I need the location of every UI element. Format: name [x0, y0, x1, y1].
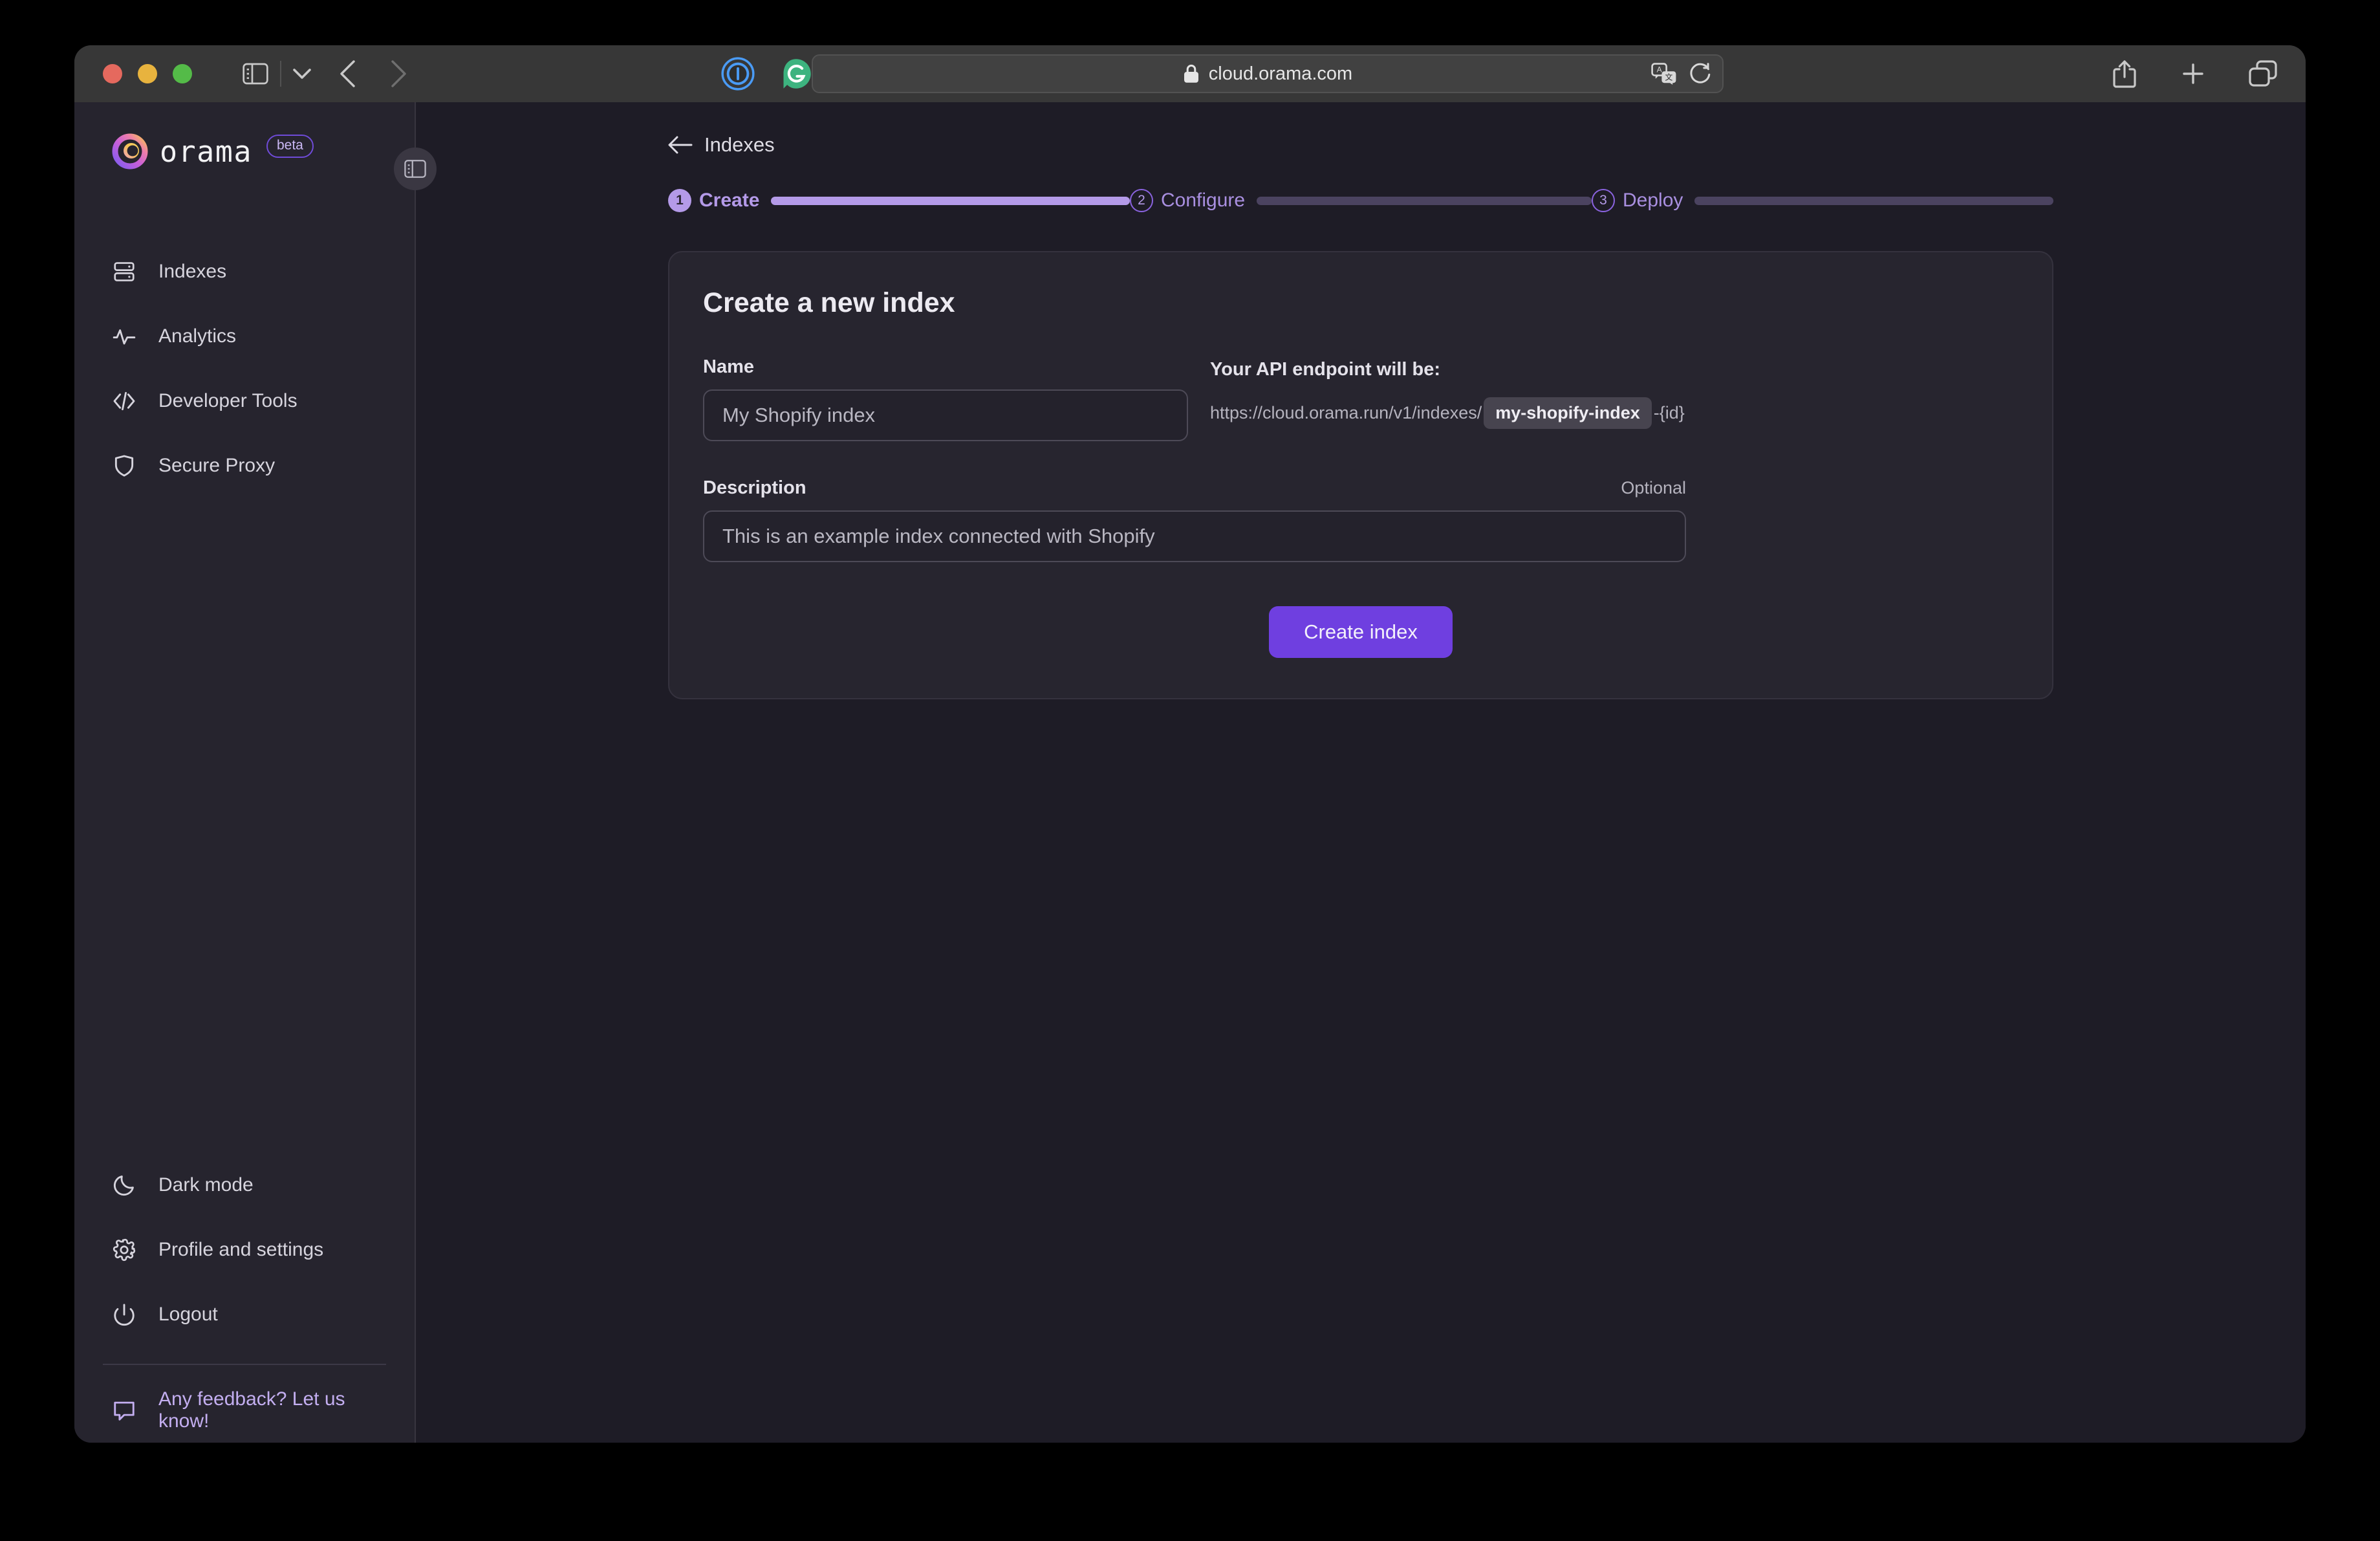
step-number: 2: [1130, 189, 1153, 212]
step-progress-bar: [1694, 196, 2053, 205]
sidebar-item-logout[interactable]: Logout: [103, 1282, 386, 1347]
sidebar-item-feedback[interactable]: Any feedback? Let us know!: [103, 1378, 386, 1443]
sidebar-item-label: Any feedback? Let us know!: [158, 1388, 345, 1432]
extension-icons: [721, 57, 813, 91]
sidebar-collapse-icon[interactable]: [394, 148, 437, 190]
brand[interactable]: orama beta: [112, 133, 386, 169]
lock-icon: [1184, 64, 1198, 83]
browser-toolbar: cloud.orama.com A 文: [74, 45, 2306, 102]
step-number: 3: [1592, 189, 1615, 212]
sidebar-item-label: Indexes: [158, 261, 227, 282]
sidebar-toggle-icon[interactable]: [243, 63, 268, 85]
step-label: Deploy: [1623, 190, 1683, 211]
name-label: Name: [703, 356, 754, 377]
description-input[interactable]: [703, 510, 1686, 562]
sidebar-item-label: Developer Tools: [158, 390, 298, 411]
step-label: Configure: [1161, 190, 1246, 211]
sidebar-item-label: Secure Proxy: [158, 455, 276, 476]
breadcrumb[interactable]: Indexes: [668, 133, 2306, 157]
endpoint-url: https://cloud.orama.run/v1/indexes/ my-s…: [1210, 397, 1685, 429]
svg-text:A: A: [1657, 65, 1662, 74]
description-header: Description Optional: [703, 477, 1686, 499]
close-button[interactable]: [103, 64, 122, 83]
power-icon: [114, 1304, 135, 1326]
api-endpoint-preview: Your API endpoint will be: https://cloud…: [1210, 356, 1685, 429]
moon-icon: [113, 1175, 134, 1196]
code-icon: [113, 391, 135, 411]
name-input[interactable]: [703, 389, 1188, 441]
sidebar-item-dark-mode[interactable]: Dark mode: [103, 1153, 386, 1218]
create-index-card: Create a new index Name Your API endpoin…: [668, 251, 2053, 699]
toolbar-actions: [2112, 60, 2277, 88]
step-deploy[interactable]: 3 Deploy: [1592, 189, 2053, 212]
sidebar-divider: [103, 1364, 386, 1365]
new-tab-icon[interactable]: [2180, 61, 2206, 87]
sidebar-item-profile-settings[interactable]: Profile and settings: [103, 1218, 386, 1282]
svg-text:文: 文: [1665, 72, 1672, 82]
share-icon[interactable]: [2112, 60, 2137, 88]
sidebar-item-analytics[interactable]: Analytics: [103, 304, 386, 369]
main-content: Indexes 1 Create 2 Configure 3 Deploy Cr…: [416, 102, 2306, 1443]
brand-name: orama: [160, 134, 252, 169]
browser-window: cloud.orama.com A 文 orama beta Indexes A…: [74, 45, 2306, 1443]
gear-icon: [113, 1238, 136, 1262]
endpoint-prefix: https://cloud.orama.run/v1/indexes/: [1210, 403, 1482, 422]
description-label: Description: [703, 477, 806, 498]
sidebar-nav: Indexes Analytics Developer Tools Secure…: [103, 239, 386, 498]
sidebar-item-label: Dark mode: [158, 1174, 254, 1196]
reload-icon[interactable]: [1689, 62, 1712, 85]
step-create[interactable]: 1 Create: [668, 189, 1130, 212]
sidebar: orama beta Indexes Analytics Developer T…: [74, 102, 437, 1443]
activity-icon: [113, 329, 136, 345]
description-field-group: Description Optional: [703, 477, 1686, 562]
description-optional-tag: Optional: [1621, 478, 1686, 497]
sidebar-item-secure-proxy[interactable]: Secure Proxy: [103, 433, 386, 498]
sidebar-item-label: Profile and settings: [158, 1239, 324, 1260]
sidebar-item-indexes[interactable]: Indexes: [103, 239, 386, 304]
message-icon: [114, 1401, 135, 1421]
stepper: 1 Create 2 Configure 3 Deploy: [668, 189, 2053, 212]
breadcrumb-label: Indexes: [704, 133, 775, 156]
tab-overview-icon[interactable]: [2249, 60, 2277, 87]
address-bar-actions: A 文: [1651, 62, 1712, 85]
page-title: Create a new index: [703, 287, 955, 318]
step-label: Create: [699, 190, 760, 211]
step-configure[interactable]: 2 Configure: [1130, 189, 1592, 212]
create-index-button[interactable]: Create index: [1269, 606, 1453, 658]
url-display: cloud.orama.com: [1183, 63, 1352, 85]
grammarly-extension-icon[interactable]: [779, 57, 813, 91]
database-icon: [114, 262, 135, 281]
step-progress-bar: [771, 196, 1130, 205]
1password-extension-icon[interactable]: [721, 57, 755, 91]
endpoint-suffix: -{id}: [1653, 403, 1685, 422]
sidebar-item-label: Analytics: [158, 325, 237, 347]
orama-logo-icon: [112, 133, 148, 169]
url-text: cloud.orama.com: [1208, 63, 1353, 84]
app-viewport: orama beta Indexes Analytics Developer T…: [74, 102, 2306, 1443]
back-arrow-icon[interactable]: [340, 60, 356, 87]
toolbar-divider: [280, 61, 281, 87]
beta-badge: beta: [266, 135, 314, 158]
step-number: 1: [668, 189, 691, 212]
chevron-down-icon[interactable]: [293, 68, 311, 80]
sidebar-bottom-nav: Dark mode Profile and settings Logout An…: [103, 1153, 386, 1443]
address-bar[interactable]: cloud.orama.com A 文: [812, 54, 1724, 93]
translate-icon[interactable]: A 文: [1651, 63, 1677, 85]
arrow-left-icon: [668, 136, 693, 154]
name-row: Name Your API endpoint will be: https://…: [703, 356, 2018, 441]
name-field-group: Name: [703, 356, 1188, 441]
shield-icon: [114, 455, 134, 477]
sidebar-item-label: Logout: [158, 1304, 218, 1325]
window-controls: [103, 64, 192, 83]
forward-arrow-icon[interactable]: [390, 60, 407, 87]
endpoint-slug-chip: my-shopify-index: [1484, 397, 1652, 429]
card-actions: Create index: [703, 606, 2018, 658]
maximize-button[interactable]: [173, 64, 192, 83]
endpoint-title: Your API endpoint will be:: [1210, 359, 1441, 380]
minimize-button[interactable]: [138, 64, 157, 83]
sidebar-item-developer-tools[interactable]: Developer Tools: [103, 369, 386, 433]
step-progress-bar: [1257, 196, 1592, 205]
